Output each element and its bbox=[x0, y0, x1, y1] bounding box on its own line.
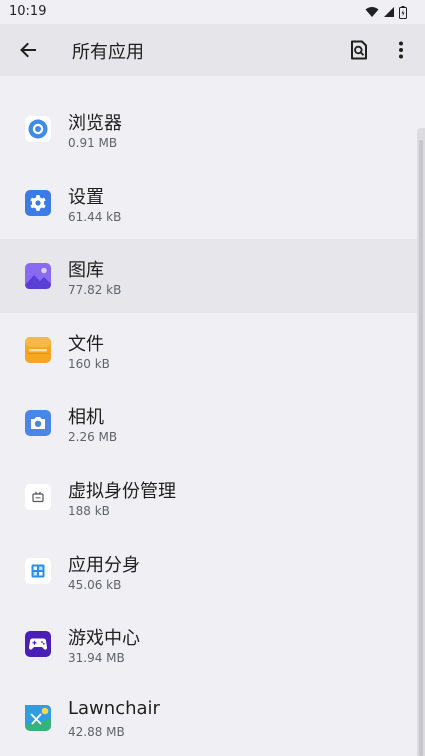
files-icon bbox=[25, 336, 51, 363]
scrollbar-thumb[interactable] bbox=[419, 140, 423, 756]
arrow-back-icon bbox=[20, 42, 36, 58]
app-size: 188 kB bbox=[68, 503, 110, 518]
app-size: 0.91 MB bbox=[68, 136, 118, 150]
app-name: 虚拟身份管理 bbox=[68, 480, 176, 502]
app-size: 160 kB bbox=[68, 356, 110, 371]
app-size: 77.82 kB bbox=[68, 283, 122, 298]
settings-icon bbox=[25, 189, 51, 216]
game-center-icon bbox=[25, 631, 51, 658]
more-vert-icon bbox=[399, 41, 403, 59]
app-row-lawnchair[interactable]: Lawnchair 42.88 MB bbox=[0, 681, 425, 755]
signal-icon bbox=[384, 7, 394, 17]
app-size: 61.44 kB bbox=[68, 209, 122, 224]
app-size: 42.88 MB bbox=[68, 724, 125, 739]
status-time: 10:19 bbox=[9, 4, 47, 19]
app-name: 浏览器 bbox=[68, 113, 122, 134]
back-button[interactable] bbox=[10, 32, 46, 68]
camera-icon bbox=[25, 410, 51, 437]
app-name: 游戏中心 bbox=[68, 628, 140, 650]
app-size: 31.94 MB bbox=[68, 651, 125, 666]
app-size: 2.26 MB bbox=[68, 430, 118, 445]
browser-icon bbox=[25, 116, 51, 142]
battery-icon bbox=[399, 5, 407, 19]
app-row-browser[interactable]: 浏览器 0.91 MB bbox=[0, 92, 425, 166]
search-icon bbox=[351, 40, 367, 60]
app-row-virtual-identity[interactable]: 虚拟身份管理 188 kB bbox=[0, 460, 425, 534]
app-row-gallery[interactable]: 图库 77.82 kB bbox=[0, 239, 425, 313]
wifi-icon bbox=[365, 7, 379, 17]
app-size: 45.06 kB bbox=[68, 577, 122, 592]
search-button[interactable] bbox=[341, 32, 377, 68]
app-row-camera[interactable]: 相机 2.26 MB bbox=[0, 386, 425, 460]
virtual-identity-icon bbox=[25, 483, 51, 510]
status-icons bbox=[365, 4, 407, 20]
app-row-settings[interactable]: 设置 61.44 kB bbox=[0, 166, 425, 240]
gallery-icon bbox=[25, 263, 51, 290]
screen: 10:19 所有应用 浏览器 0.91 MB 设置 61.44 kB 图库 77… bbox=[0, 0, 425, 756]
app-name: Lawnchair bbox=[68, 697, 160, 719]
app-bar: 所有应用 bbox=[0, 24, 425, 76]
status-bar: 10:19 bbox=[0, 0, 425, 24]
app-row-game-center[interactable]: 游戏中心 31.94 MB bbox=[0, 607, 425, 681]
app-name: 相机 bbox=[68, 407, 104, 429]
app-clone-icon bbox=[25, 557, 51, 584]
app-name: 图库 bbox=[68, 260, 104, 282]
app-name: 设置 bbox=[68, 186, 104, 208]
app-list: 浏览器 0.91 MB 设置 61.44 kB 图库 77.82 kB 文件 1… bbox=[0, 92, 425, 754]
app-row-files[interactable]: 文件 160 kB bbox=[0, 313, 425, 387]
app-name: 文件 bbox=[68, 333, 104, 355]
lawnchair-icon bbox=[25, 704, 51, 731]
more-options-button[interactable] bbox=[383, 32, 419, 68]
app-row-app-clone[interactable]: 应用分身 45.06 kB bbox=[0, 534, 425, 608]
app-name: 应用分身 bbox=[68, 554, 140, 576]
page-title: 所有应用 bbox=[72, 42, 144, 63]
